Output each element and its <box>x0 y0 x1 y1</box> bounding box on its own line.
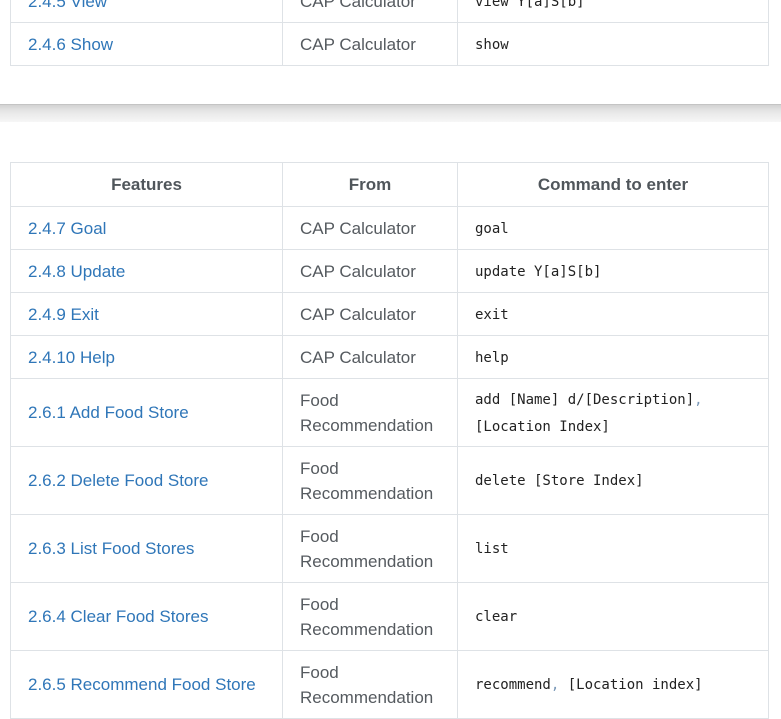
table-row: 2.4.10 Help CAP Calculator help <box>10 335 769 379</box>
command-code: add [Name] d/[Description], [Location In… <box>475 392 711 435</box>
command-text: view Y[a]S[b] <box>475 0 585 10</box>
from-cell: CAP Calculator <box>282 292 458 336</box>
command-cell: view Y[a]S[b] <box>457 0 769 23</box>
table-row: 2.6.5 Recommend Food Store Food Recommend… <box>10 650 769 719</box>
page-break-line <box>0 104 781 105</box>
features-table: Features From Command to enter 2.4.7 Goa… <box>10 162 769 719</box>
table-row: 2.4.7 Goal CAP Calculator goal <box>10 206 769 250</box>
command-text: recommend <box>475 677 551 693</box>
feature-link[interactable]: 2.6.4 Clear Food Stores <box>28 607 208 626</box>
from-cell: CAP Calculator <box>282 22 458 66</box>
command-text: [Location Index] <box>475 418 610 435</box>
feature-cell: 2.6.4 Clear Food Stores <box>10 582 283 651</box>
feature-cell: 2.6.1 Add Food Store <box>10 378 283 447</box>
table-row: 2.6.4 Clear Food Stores Food Recommendati… <box>10 582 769 651</box>
header-command: Command to enter <box>457 162 769 207</box>
table-header-row: Features From Command to enter <box>10 162 769 207</box>
command-text: [Location index] <box>567 677 703 693</box>
command-code: delete [Store Index] <box>475 473 644 489</box>
feature-link[interactable]: 2.6.2 Delete Food Store <box>28 471 209 490</box>
command-text: update Y[a]S[b] <box>475 263 602 280</box>
command-code: show <box>475 37 509 53</box>
feature-link[interactable]: 2.4.8 Update <box>28 262 125 281</box>
feature-link[interactable]: 2.4.6 Show <box>28 35 113 54</box>
command-text: clear <box>475 609 518 625</box>
table-row: 2.4.6 Show CAP Calculator show <box>10 22 769 66</box>
command-text: goal <box>475 220 509 237</box>
table-row: 2.4.8 Update CAP Calculator update Y[a]S[b… <box>10 249 769 293</box>
command-separator: , <box>694 391 712 408</box>
command-text: delete [Store Index] <box>475 473 644 489</box>
command-code: update Y[a]S[b] <box>475 264 601 280</box>
command-cell: update Y[a]S[b] <box>457 249 769 293</box>
feature-cell: 2.4.10 Help <box>10 335 283 379</box>
table-row: 2.6.2 Delete Food Store Food Recommendati… <box>10 446 769 515</box>
feature-cell: 2.6.3 List Food Stores <box>10 514 283 583</box>
feature-cell: 2.4.7 Goal <box>10 206 283 250</box>
feature-link[interactable]: 2.6.5 Recommend Food Store <box>28 675 256 694</box>
table-row: 2.4.9 Exit CAP Calculator exit <box>10 292 769 336</box>
feature-cell: 2.4.5 View <box>10 0 283 23</box>
feature-cell: 2.6.5 Recommend Food Store <box>10 650 283 719</box>
feature-cell: 2.4.8 Update <box>10 249 283 293</box>
command-code: exit <box>475 307 509 323</box>
command-code: recommend, [Location index] <box>475 677 703 693</box>
feature-link[interactable]: 2.4.10 Help <box>28 348 115 367</box>
command-code: view Y[a]S[b] <box>475 0 585 10</box>
command-cell: clear <box>457 582 769 651</box>
from-cell: Food Recommendation <box>282 446 458 515</box>
command-text: show <box>475 36 509 53</box>
command-separator: , <box>550 677 568 693</box>
command-cell: help <box>457 335 769 379</box>
header-from: From <box>282 162 458 207</box>
feature-cell: 2.4.6 Show <box>10 22 283 66</box>
command-code: list <box>475 541 509 557</box>
command-cell: show <box>457 22 769 66</box>
command-cell: add [Name] d/[Description], [Location In… <box>457 378 769 447</box>
command-text: help <box>475 349 509 366</box>
from-cell: CAP Calculator <box>282 335 458 379</box>
header-features: Features <box>10 162 283 207</box>
from-cell: CAP Calculator <box>282 206 458 250</box>
table-row: 2.6.1 Add Food Store Food Recommendation a… <box>10 378 769 447</box>
from-cell: Food Recommendation <box>282 650 458 719</box>
feature-link[interactable]: 2.4.5 View <box>28 0 107 11</box>
from-cell: CAP Calculator <box>282 0 458 23</box>
page-break <box>0 104 781 122</box>
feature-link[interactable]: 2.4.7 Goal <box>28 219 106 238</box>
from-cell: Food Recommendation <box>282 514 458 583</box>
table-row: 2.6.3 List Food Stores Food Recommendatio… <box>10 514 769 583</box>
command-cell: delete [Store Index] <box>457 446 769 515</box>
from-cell: Food Recommendation <box>282 582 458 651</box>
features-table-previous: 2.4.5 View CAP Calculator view Y[a]S[b] 2.4… <box>10 0 769 66</box>
table-row: 2.4.5 View CAP Calculator view Y[a]S[b] <box>10 0 769 23</box>
feature-cell: 2.6.2 Delete Food Store <box>10 446 283 515</box>
command-text: exit <box>475 306 509 323</box>
command-text: list <box>475 541 509 557</box>
command-text: add [Name] d/[Description] <box>475 391 695 408</box>
from-cell: CAP Calculator <box>282 249 458 293</box>
command-code: goal <box>475 221 509 237</box>
command-cell: recommend, [Location index] <box>457 650 769 719</box>
command-cell: goal <box>457 206 769 250</box>
command-code: help <box>475 350 509 366</box>
feature-link[interactable]: 2.6.3 List Food Stores <box>28 539 194 558</box>
command-cell: list <box>457 514 769 583</box>
command-cell: exit <box>457 292 769 336</box>
feature-link[interactable]: 2.4.9 Exit <box>28 305 99 324</box>
feature-cell: 2.4.9 Exit <box>10 292 283 336</box>
from-cell: Food Recommendation <box>282 378 458 447</box>
command-code: clear <box>475 609 517 625</box>
feature-link[interactable]: 2.6.1 Add Food Store <box>28 403 189 422</box>
